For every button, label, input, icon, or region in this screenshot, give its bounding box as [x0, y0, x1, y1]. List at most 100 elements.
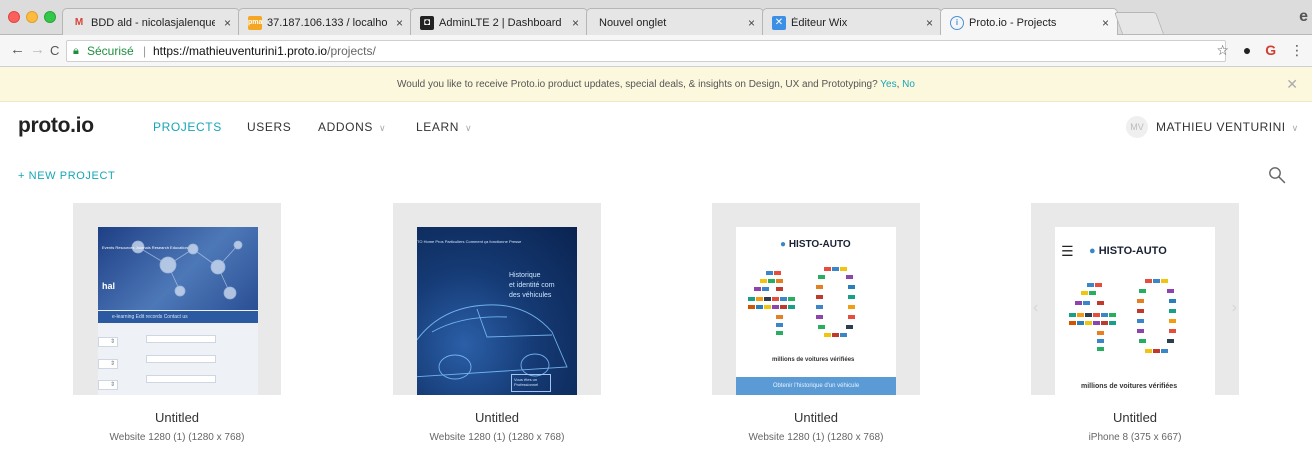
minimize-window-button[interactable]: [26, 11, 38, 23]
project-device: iPhone 8 (375 x 667): [1088, 432, 1182, 443]
avatar[interactable]: MV: [1126, 116, 1148, 138]
project-thumbnail[interactable]: Events Resources Journals Research Educa…: [73, 203, 281, 395]
browser-tab-wix[interactable]: ✕ Éditeur Wix ×: [762, 8, 942, 36]
url-path: /projects/: [327, 44, 376, 58]
brand-logo-icon: ●: [1089, 245, 1096, 257]
url-text: https://mathieuventurini1.proto.io/proje…: [153, 41, 376, 61]
browser-tab-strip: M BDD ald - nicolasjalenques27 × pma 37.…: [0, 0, 1312, 36]
project-card[interactable]: ● HISTO-AUTO millions de voitures vérifi…: [712, 203, 920, 453]
tab-title: Nouvel onglet: [599, 17, 667, 29]
project-title[interactable]: Untitled: [73, 410, 281, 425]
preview-heading-line: des véhicules: [509, 292, 552, 299]
back-arrow-icon[interactable]: ←: [10, 41, 25, 58]
preview-brand: ● HISTO-AUTO: [780, 239, 851, 250]
project-device: Website 1280 (1) (1280 x 768): [109, 432, 245, 443]
car-wireframe-graphic: [417, 304, 568, 380]
preview-select: ⇕: [98, 337, 118, 347]
nav-users[interactable]: USERS: [247, 120, 291, 134]
browser-profile-icon[interactable]: e: [1299, 8, 1308, 26]
new-tab-button[interactable]: [1113, 12, 1165, 34]
nav-addons[interactable]: ADDONS ∨: [318, 120, 386, 134]
wix-icon: ✕: [772, 16, 786, 30]
preview-heading-line: et identité com: [509, 282, 555, 289]
close-icon[interactable]: ✕: [1286, 67, 1298, 102]
nav-learn-label: LEARN: [416, 120, 460, 134]
promo-separator: ,: [896, 79, 900, 90]
search-icon[interactable]: [1268, 166, 1286, 184]
promo-no-link[interactable]: No: [902, 79, 915, 90]
preview-heading: hal: [102, 281, 116, 291]
close-tab-icon[interactable]: ×: [926, 16, 933, 30]
maximize-window-button[interactable]: [44, 11, 56, 23]
preview-top-nav: Events Resources Journals Research Educa…: [102, 245, 188, 250]
hamburger-menu-icon: ☰: [1061, 243, 1074, 259]
preview-field: [146, 355, 216, 363]
project-thumbnail[interactable]: TO Home Pros Particuliers Comment ça fon…: [393, 203, 601, 395]
browser-tab-protoio[interactable]: i Proto.io - Projects ×: [940, 8, 1118, 36]
user-name: MATHIEU VENTURINI: [1156, 120, 1286, 134]
preview-brand-text: HISTO-AUTO: [788, 239, 851, 250]
extension-g-icon[interactable]: G: [1265, 42, 1276, 58]
preview-heading: Historique et identité com des véhicules: [509, 271, 555, 301]
close-tab-icon[interactable]: ×: [572, 16, 579, 30]
project-card[interactable]: TO Home Pros Particuliers Comment ça fon…: [393, 203, 601, 453]
bookmark-star-icon[interactable]: ☆: [1216, 42, 1229, 58]
preview-tagline: millions de voitures vérifiées: [1081, 383, 1178, 390]
nav-learn[interactable]: LEARN ∨: [416, 120, 472, 134]
reload-icon[interactable]: C: [50, 43, 59, 58]
close-tab-icon[interactable]: ×: [1102, 16, 1109, 30]
forty-cars-graphic: [748, 267, 855, 337]
tab-title: AdminLTE 2 | Dashboard: [439, 17, 562, 29]
close-tab-icon[interactable]: ×: [396, 16, 403, 30]
chevron-left-icon[interactable]: ‹: [1033, 299, 1038, 317]
project-card[interactable]: Events Resources Journals Research Educa…: [73, 203, 281, 453]
preview-menu: e-learning Edit records Contact us: [98, 311, 258, 323]
browser-tab-phpmyadmin[interactable]: pma 37.187.106.133 / localhost / al ×: [238, 8, 412, 36]
tab-title: BDD ald - nicolasjalenques27: [91, 17, 215, 29]
browser-tab-adminlte[interactable]: ◘ AdminLTE 2 | Dashboard ×: [410, 8, 588, 36]
project-title[interactable]: Untitled: [1031, 410, 1239, 425]
preview-brand: ● HISTO-AUTO: [1089, 245, 1167, 257]
new-project-button[interactable]: + NEW PROJECT: [18, 170, 115, 182]
chevron-down-icon: ∨: [1291, 123, 1299, 133]
chevron-down-icon: ∨: [465, 123, 473, 133]
brand-logo-icon: ●: [780, 239, 787, 250]
website-preview: TO Home Pros Particuliers Comment ça fon…: [417, 227, 577, 395]
close-window-button[interactable]: [8, 11, 20, 23]
promo-banner: Would you like to receive Proto.io produ…: [0, 67, 1312, 102]
preview-button: Vous êtes un Professionnel: [511, 374, 551, 392]
preview-field: [146, 335, 216, 343]
extension-circle-icon[interactable]: ●: [1243, 42, 1251, 58]
chevron-right-icon[interactable]: ›: [1232, 299, 1237, 317]
project-title[interactable]: Untitled: [712, 410, 920, 425]
browser-tab-new[interactable]: Nouvel onglet ×: [586, 8, 764, 36]
protoio-logo[interactable]: proto.io: [18, 114, 94, 138]
project-thumbnail[interactable]: ‹ › ☰ ● HISTO-AUTO millions de voitures …: [1031, 203, 1239, 395]
app-header: proto.io PROJECTS USERS ADDONS ∨ LEARN ∨ M…: [0, 102, 1312, 152]
gmail-icon: M: [74, 17, 84, 28]
url-host: https://mathieuventurini1.proto.io: [153, 44, 328, 58]
address-bar: ← → C 🔒︎ Sécurisé | https://mathieuventu…: [0, 35, 1312, 67]
url-field[interactable]: 🔒︎ Sécurisé | https://mathieuventurini1.…: [66, 40, 1226, 62]
project-title[interactable]: Untitled: [393, 410, 601, 425]
forward-arrow-icon[interactable]: →: [30, 41, 45, 58]
browser-tab-gmail[interactable]: M BDD ald - nicolasjalenques27 ×: [62, 8, 240, 36]
project-device: Website 1280 (1) (1280 x 768): [748, 432, 884, 443]
close-tab-icon[interactable]: ×: [748, 16, 755, 30]
molecule-graphic: [131, 240, 243, 300]
chevron-down-icon: ∨: [378, 123, 387, 133]
close-tab-icon[interactable]: ×: [224, 16, 231, 30]
phpmyadmin-icon: pma: [248, 16, 262, 30]
menu-kebab-icon[interactable]: ⋮: [1290, 42, 1304, 58]
user-menu[interactable]: MATHIEU VENTURINI ∨: [1156, 120, 1299, 134]
nav-projects[interactable]: PROJECTS: [153, 120, 222, 134]
project-card[interactable]: ‹ › ☰ ● HISTO-AUTO millions de voitures …: [1031, 203, 1239, 453]
project-thumbnail[interactable]: ● HISTO-AUTO millions de voitures vérifi…: [712, 203, 920, 395]
tab-title: Éditeur Wix: [791, 17, 848, 29]
promo-message: Would you like to receive Proto.io produ…: [397, 79, 878, 90]
mobile-preview: ☰ ● HISTO-AUTO millions de voitures véri…: [1055, 227, 1215, 395]
preview-heading-line: Historique: [509, 272, 541, 279]
promo-yes-link[interactable]: Yes: [880, 79, 896, 90]
lock-icon: 🔒︎: [73, 45, 79, 57]
forty-cars-graphic: [1069, 279, 1176, 353]
